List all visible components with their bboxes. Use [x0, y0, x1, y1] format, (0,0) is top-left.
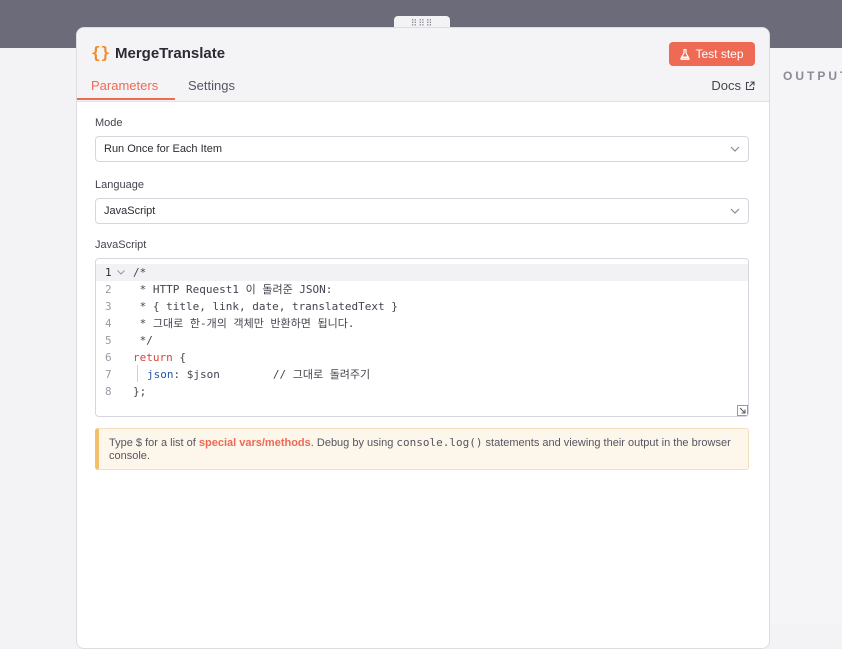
- mode-select[interactable]: Run Once for Each Item: [95, 136, 749, 162]
- code-text: };: [133, 383, 146, 400]
- resize-arrow-icon: [738, 406, 747, 415]
- code-editor[interactable]: 1 /* 2 * HTTP Request1 이 돌려준 JSON: 3 * {…: [95, 258, 749, 417]
- line-number: 4: [105, 315, 115, 332]
- code-line[interactable]: 6 return {: [96, 349, 749, 366]
- code-text: json: $json // 그대로 돌려주기: [147, 366, 370, 383]
- docs-link[interactable]: Docs: [711, 78, 755, 93]
- line-number: 7: [105, 366, 115, 383]
- code-line[interactable]: 8 };: [96, 383, 749, 400]
- code-label: JavaScript: [95, 239, 146, 251]
- hint-text-1: Type $ for a list of: [109, 437, 199, 449]
- code-line[interactable]: 5 */: [96, 332, 749, 349]
- line-number: 2: [105, 281, 115, 298]
- code-rest: : $json // 그대로 돌려주기: [174, 368, 371, 381]
- line-number: 8: [105, 383, 115, 400]
- property-json: json: [147, 368, 174, 381]
- code-text: * { title, link, date, translatedText }: [133, 298, 398, 315]
- code-braces-icon: {}: [91, 43, 110, 62]
- language-value: JavaScript: [104, 205, 155, 217]
- tab-settings[interactable]: Settings: [188, 78, 235, 93]
- mode-label: Mode: [95, 117, 123, 129]
- chevron-down-icon: [730, 207, 740, 215]
- line-number: 6: [105, 349, 115, 366]
- special-vars-link[interactable]: special vars/methods: [199, 437, 311, 449]
- expand-editor-icon[interactable]: [737, 405, 748, 416]
- language-select[interactable]: JavaScript: [95, 198, 749, 224]
- chevron-down-icon: [730, 145, 740, 153]
- code-rest: {: [173, 351, 186, 364]
- flask-icon: [680, 49, 690, 60]
- tab-bar: Parameters Settings Docs: [77, 72, 769, 101]
- external-link-icon: [745, 81, 755, 91]
- language-label: Language: [95, 179, 144, 191]
- hint-code: console.log(): [396, 436, 482, 449]
- output-area: [770, 48, 842, 624]
- hint-callout: Type $ for a list of special vars/method…: [95, 428, 749, 470]
- code-text: * HTTP Request1 이 돌려준 JSON:: [133, 281, 332, 298]
- code-line[interactable]: 7 json: $json // 그대로 돌려주기: [96, 366, 749, 383]
- tab-parameters[interactable]: Parameters: [91, 78, 158, 93]
- code-line[interactable]: 2 * HTTP Request1 이 돌려준 JSON:: [96, 281, 749, 298]
- code-line[interactable]: 3 * { title, link, date, translatedText …: [96, 298, 749, 315]
- code-line[interactable]: 1 /*: [96, 264, 749, 281]
- code-text: * 그대로 한-개의 객체만 반환하면 됩니다.: [133, 315, 355, 332]
- test-step-label: Test step: [695, 47, 743, 61]
- mode-value: Run Once for Each Item: [104, 143, 222, 155]
- panel-header: {} MergeTranslate Test step Parameters S…: [77, 28, 769, 102]
- code-text: return {: [133, 349, 186, 366]
- keyword-return: return: [133, 351, 173, 364]
- test-step-button[interactable]: Test step: [669, 42, 755, 66]
- docs-label: Docs: [711, 78, 741, 93]
- code-text: */: [133, 332, 153, 349]
- line-number: 1: [105, 264, 115, 281]
- code-line[interactable]: 4 * 그대로 한-개의 객체만 반환하면 됩니다.: [96, 315, 749, 332]
- node-settings-panel: {} MergeTranslate Test step Parameters S…: [76, 27, 770, 649]
- node-title[interactable]: MergeTranslate: [115, 45, 225, 62]
- code-text: /*: [133, 264, 146, 281]
- active-tab-indicator: [77, 98, 175, 100]
- line-number: 3: [105, 298, 115, 315]
- line-number: 5: [105, 332, 115, 349]
- fold-chevron-icon[interactable]: [116, 264, 126, 281]
- hint-text-2: . Debug by using: [311, 437, 397, 449]
- output-label: OUTPUT: [783, 69, 842, 83]
